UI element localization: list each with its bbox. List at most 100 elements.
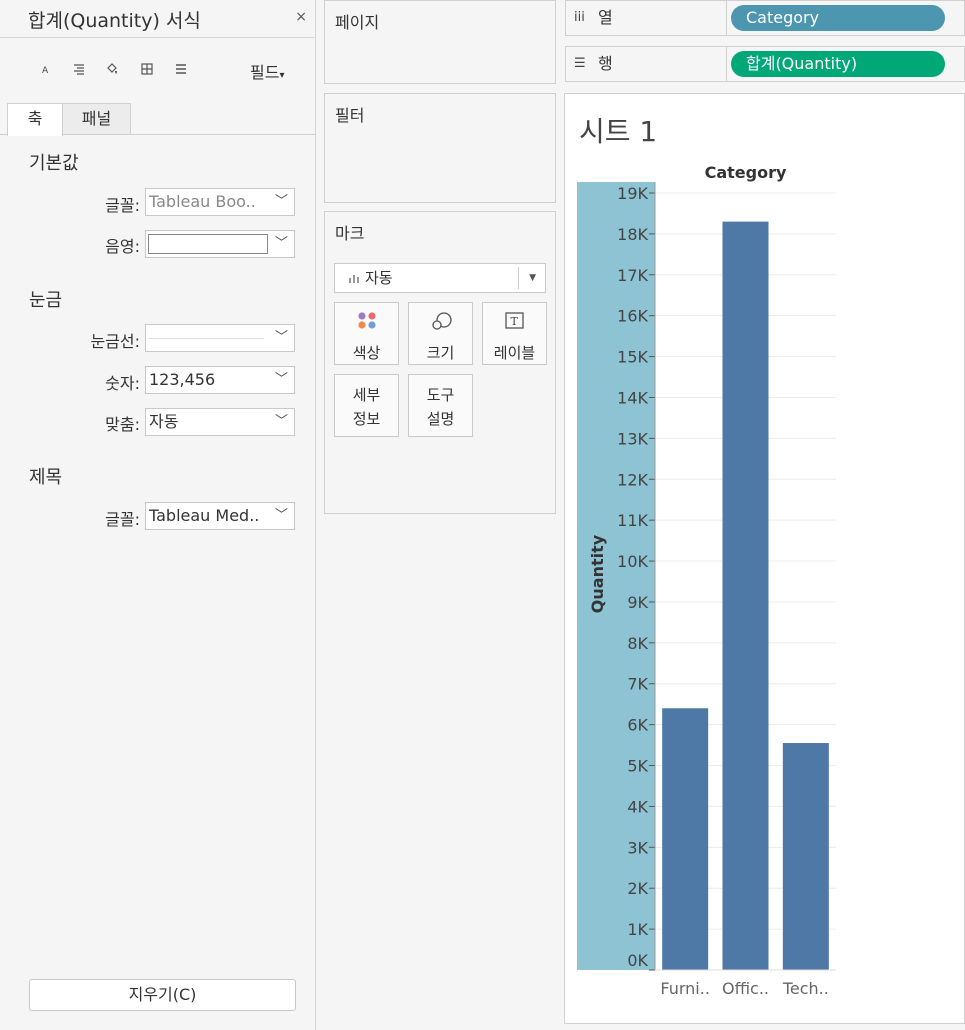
worksheet-view: 시트 1 Category 0K 1K 2K 3K 4K 5K 6K 7K 8K 9K 10K 11K 1… <box>564 93 965 1024</box>
divider <box>518 267 519 289</box>
fields-label: 필드 <box>250 63 280 82</box>
size-icon <box>432 312 452 330</box>
divider <box>0 37 316 38</box>
svg-text:T: T <box>511 315 519 328</box>
y-tick-label: 13K <box>617 429 648 448</box>
font-format-icon[interactable]: A <box>39 62 53 76</box>
pages-card[interactable]: 페이지 <box>324 0 556 84</box>
marks-title: 마크 <box>335 224 365 243</box>
y-axis-title: Quantity <box>588 534 607 613</box>
columns-shelf-label: iii 열 <box>565 0 727 36</box>
column-header-title: Category <box>705 163 787 182</box>
tooltip-button[interactable]: 도구설명 <box>408 374 473 437</box>
font-dropdown[interactable]: Tableau Boo.. ﹀ <box>145 188 295 216</box>
format-pane-title: 합계(Quantity) 서식 <box>28 10 201 32</box>
chevron-down-icon: ﹀ <box>274 372 288 387</box>
svg-text:A: A <box>42 66 49 76</box>
x-tick-label: Tech.. <box>782 979 829 998</box>
alignment-label: 맞춤: <box>105 415 140 434</box>
size-button[interactable]: 크기 <box>408 302 473 365</box>
chevron-down-icon: ﹀ <box>274 194 288 209</box>
title-font-label: 글꼴: <box>105 510 140 529</box>
mark-type-value: 자동 <box>365 269 393 287</box>
tooltip-label-line1: 도구 <box>426 386 455 404</box>
bar-chart: Category 0K 1K 2K 3K 4K 5K 6K 7K 8K 9K 10K 11K 12K 13K… <box>577 163 836 998</box>
color-icon <box>358 312 376 329</box>
numbers-value: 123,456 <box>149 370 216 389</box>
columns-shelf[interactable]: Category <box>727 0 965 36</box>
y-tick-label: 7K <box>627 675 648 694</box>
close-icon[interactable]: × <box>295 9 307 25</box>
text-label-icon: T <box>505 312 524 329</box>
shading-swatch <box>148 234 268 254</box>
section-default-heading: 기본값 <box>29 153 79 174</box>
y-tick-label: 14K <box>617 388 648 407</box>
y-tick-label: 19K <box>617 184 648 203</box>
detail-label: 세부 정보 <box>335 383 398 431</box>
bar <box>662 708 709 970</box>
label-label: 레이블 <box>493 344 536 362</box>
rows-shelf[interactable]: 합계(Quantity) <box>727 46 965 82</box>
y-tick-label: 9K <box>627 593 648 612</box>
color-button[interactable]: 색상 <box>334 302 399 365</box>
rows-label-text: 행 <box>598 54 613 73</box>
pages-title: 페이지 <box>335 13 380 32</box>
y-tick-label: 8K <box>627 634 648 653</box>
line-preview <box>149 338 264 339</box>
clear-button[interactable]: 지우기(C) <box>29 979 296 1011</box>
format-pane: 합계(Quantity) 서식 × A 필드▾ 축 패널 기본값 글꼴: Tab… <box>0 0 316 1030</box>
numbers-label: 숫자: <box>105 374 140 393</box>
title-font-value: Tableau Med.. <box>149 506 260 525</box>
y-tick-label: 6K <box>627 716 648 735</box>
y-tick-label: 16K <box>617 307 648 326</box>
tickmarks-dropdown[interactable]: ﹀ <box>145 324 295 352</box>
lines-icon[interactable] <box>174 62 188 76</box>
shading-icon[interactable] <box>105 62 119 76</box>
bar <box>782 743 829 970</box>
alignment-icon[interactable] <box>72 62 86 76</box>
y-tick-label: 3K <box>627 838 648 857</box>
chevron-down-icon: ﹀ <box>274 330 288 345</box>
marks-card: 마크 자동 ▼ 색상 크기 T 레이블 세부 정보 도구설명 <box>324 211 556 514</box>
x-tick-label: Furni.. <box>660 979 710 998</box>
size-label: 크기 <box>426 344 455 362</box>
tooltip-label: 도구설명 <box>409 383 472 431</box>
shading-dropdown[interactable]: ﹀ <box>145 230 295 258</box>
numbers-dropdown[interactable]: 123,456 ﹀ <box>145 366 295 394</box>
y-tick-label: 2K <box>627 879 648 898</box>
chevron-down-icon: ▼ <box>529 273 536 283</box>
label-button[interactable]: T 레이블 <box>482 302 547 365</box>
color-label: 색상 <box>352 344 381 362</box>
tab-axis[interactable]: 축 <box>7 103 63 136</box>
mark-type-dropdown[interactable]: 자동 ▼ <box>334 263 546 293</box>
detail-button[interactable]: 세부 정보 <box>334 374 399 437</box>
font-label: 글꼴: <box>105 196 140 215</box>
y-tick-label: 10K <box>617 552 648 571</box>
quantity-pill[interactable]: 합계(Quantity) <box>731 51 945 77</box>
alignment-dropdown[interactable]: 자동 ﹀ <box>145 408 295 436</box>
tab-pane[interactable]: 패널 <box>63 103 131 135</box>
tooltip-label-line2: 설명 <box>426 410 455 428</box>
tickmarks-label: 눈금선: <box>90 332 140 351</box>
section-title-heading: 제목 <box>29 467 63 488</box>
columns-label-text: 열 <box>598 8 613 27</box>
filters-title: 필터 <box>335 106 365 125</box>
category-pill[interactable]: Category <box>731 5 945 31</box>
bar-chart-icon <box>349 275 359 283</box>
y-tick-label: 12K <box>617 470 648 489</box>
chevron-down-icon: ﹀ <box>274 508 288 523</box>
y-tick-label: 11K <box>617 511 648 530</box>
y-tick-label: 18K <box>617 225 648 244</box>
title-font-dropdown[interactable]: Tableau Med.. ﹀ <box>145 502 295 530</box>
y-tick-label: 1K <box>627 920 648 939</box>
borders-icon[interactable] <box>140 62 154 76</box>
y-tick-label: 0K <box>627 951 648 970</box>
chevron-down-icon: ﹀ <box>274 414 288 429</box>
chevron-down-icon: ▾ <box>279 70 285 81</box>
detail-label-line1: 세부 <box>352 386 381 404</box>
filters-card[interactable]: 필터 <box>324 93 556 203</box>
x-tick-label: Offic.. <box>722 979 769 998</box>
chevron-down-icon: ﹀ <box>274 236 288 251</box>
fields-dropdown[interactable]: 필드▾ <box>250 59 284 83</box>
section-scale-heading: 눈금 <box>29 290 63 311</box>
